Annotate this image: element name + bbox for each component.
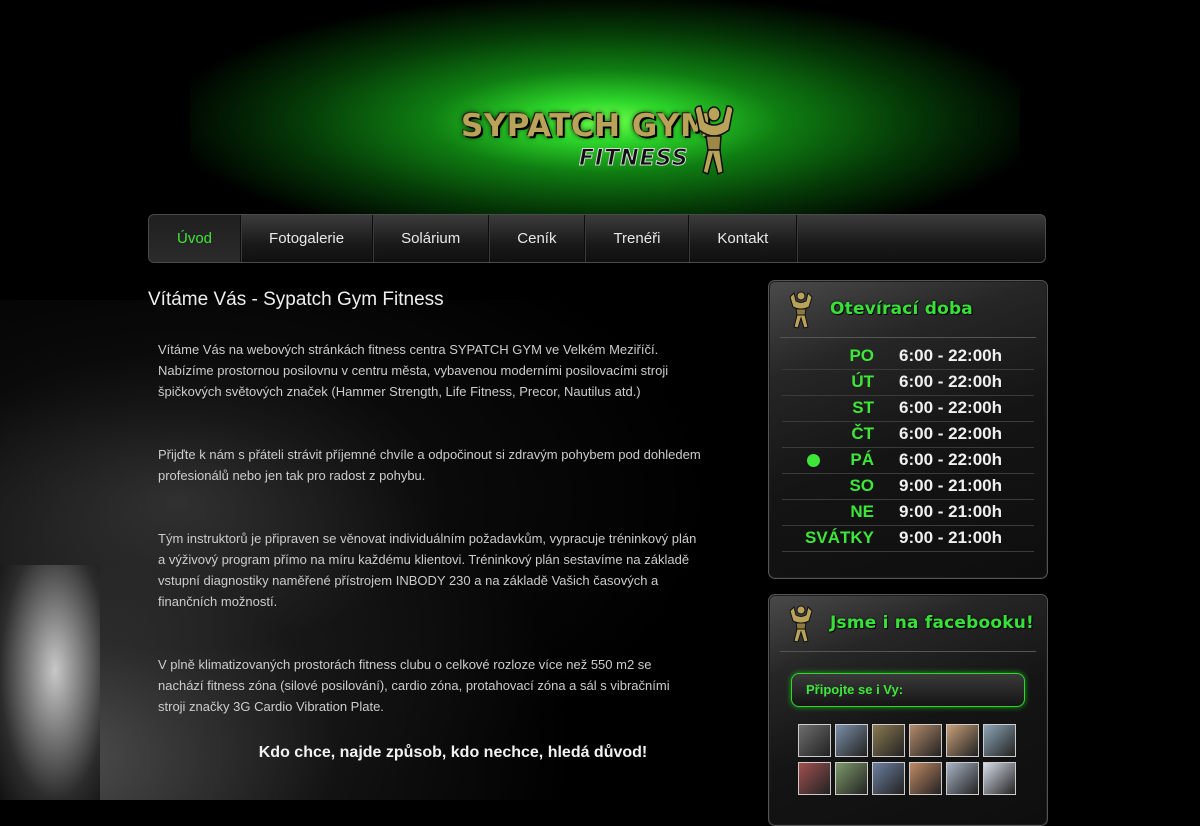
opening-hours-header: Otevírací doba [780, 281, 1036, 338]
today-indicator-icon [807, 454, 820, 467]
facebook-fan-avatar[interactable] [983, 724, 1016, 757]
hours-day: SO [849, 476, 874, 495]
nav-item-treneri[interactable]: Trenéři [585, 215, 690, 262]
hours-time: 6:00 - 22:00h [899, 372, 1002, 391]
facebook-join-button[interactable]: Připojte se i Vy: [791, 673, 1025, 707]
bodybuilder-logo-icon [694, 105, 734, 176]
hours-day: ČT [851, 424, 874, 443]
facebook-title: Jsme i na facebooku! [830, 613, 1035, 633]
nav-item-cenik[interactable]: Ceník [489, 215, 586, 262]
nav-item-fotogalerie[interactable]: Fotogalerie [241, 215, 374, 262]
hours-day: ÚT [851, 372, 874, 391]
hours-row-ut: ÚT 6:00 - 22:00h [782, 370, 1034, 396]
bodybuilder-icon [789, 291, 813, 329]
friends-paragraph: Přijďte k nám s přáteli strávit příjemné… [158, 447, 701, 483]
hours-time: 6:00 - 22:00h [899, 398, 1002, 417]
facebook-fan-avatar[interactable] [872, 762, 905, 795]
hours-row-so: SO 9:00 - 21:00h [782, 474, 1034, 500]
nav-item-uvod[interactable]: Úvod [149, 215, 242, 262]
opening-hours-title: Otevírací doba [830, 299, 973, 319]
facebook-fan-avatar[interactable] [835, 724, 868, 757]
logo-sub-text: FITNESS [579, 146, 689, 172]
page-title: Vítáme Vás - Sypatch Gym Fitness [148, 289, 444, 310]
bodybuilder-icon [789, 605, 813, 643]
hours-day: ST [852, 398, 874, 417]
hours-day: PO [849, 346, 874, 365]
facebook-fan-avatar[interactable] [909, 724, 942, 757]
hours-time: 6:00 - 22:00h [899, 346, 1002, 365]
facilities-paragraph: V plně klimatizovaných prostorách fitnes… [158, 657, 670, 714]
hours-day: NE [850, 502, 874, 521]
facebook-fan-avatar[interactable] [983, 762, 1016, 795]
site-logo[interactable]: SYPATCH GYM FITNESS [455, 100, 745, 180]
hours-row-ct: ČT 6:00 - 22:00h [782, 422, 1034, 448]
facebook-fan-avatar[interactable] [835, 762, 868, 795]
hours-day: PÁ [850, 450, 874, 469]
main-nav: Úvod Fotogalerie Solárium Ceník Trenéři … [148, 214, 1046, 263]
facebook-fan-avatar[interactable] [798, 724, 831, 757]
hours-row-st: ST 6:00 - 22:00h [782, 396, 1034, 422]
facebook-fan-avatar[interactable] [946, 762, 979, 795]
facebook-fan-avatar[interactable] [872, 724, 905, 757]
facebook-join-label: Připojte se i Vy: [806, 682, 904, 697]
opening-hours-box: Otevírací doba PO 6:00 - 22:00h ÚT 6:00 … [768, 280, 1048, 579]
hours-time: 6:00 - 22:00h [899, 424, 1002, 443]
instructors-paragraph: Tým instruktorů je připraven se věnovat … [158, 531, 697, 609]
nav-item-solarium[interactable]: Solárium [373, 215, 490, 262]
hours-row-pa: PÁ 6:00 - 22:00h [782, 448, 1034, 474]
hours-time: 9:00 - 21:00h [899, 502, 1002, 521]
intro-paragraph: Vítáme Vás na webových stránkách fitness… [158, 342, 669, 399]
facebook-fan-avatar[interactable] [946, 724, 979, 757]
hours-row-svatky: SVÁTKY 9:00 - 21:00h [782, 526, 1034, 552]
motto-quote: Kdo chce, najde způsob, kdo nechce, hled… [258, 744, 648, 761]
nav-item-kontakt[interactable]: Kontakt [689, 215, 798, 262]
hours-row-ne: NE 9:00 - 21:00h [782, 500, 1034, 526]
facebook-header: Jsme i na facebooku! [780, 595, 1036, 652]
hours-time: 9:00 - 21:00h [899, 528, 1002, 547]
facebook-fan-avatar[interactable] [798, 762, 831, 795]
facebook-box: Jsme i na facebooku! Připojte se i Vy: [768, 594, 1048, 826]
opening-hours-table: PO 6:00 - 22:00h ÚT 6:00 - 22:00h ST 6:0… [782, 344, 1034, 552]
logo-main-text: SYPATCH GYM [461, 108, 712, 144]
facebook-fan-avatar[interactable] [909, 762, 942, 795]
background-arm [0, 565, 100, 800]
hours-time: 6:00 - 22:00h [899, 450, 1002, 469]
hours-row-po: PO 6:00 - 22:00h [782, 344, 1034, 370]
hours-day: SVÁTKY [805, 528, 874, 547]
hours-time: 9:00 - 21:00h [899, 476, 1002, 495]
